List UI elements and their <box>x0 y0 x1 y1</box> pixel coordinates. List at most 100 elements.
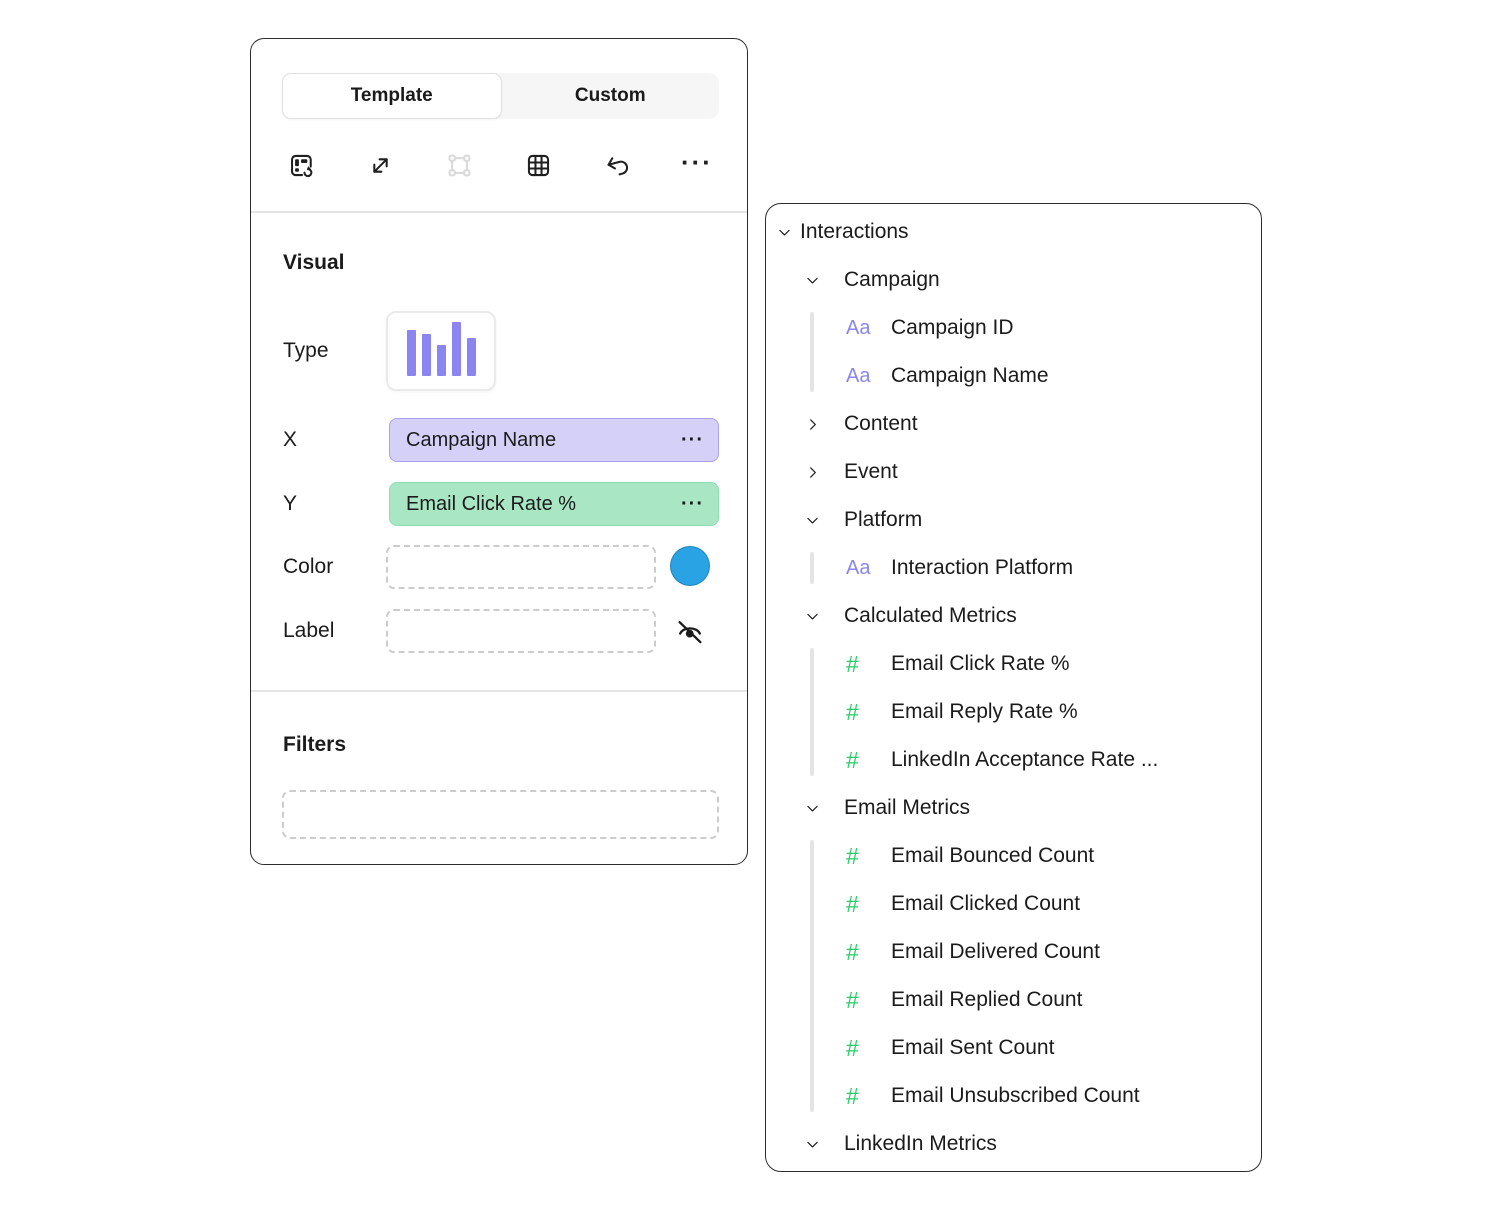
number-field-icon: # <box>846 699 876 726</box>
number-field-icon: # <box>846 651 876 678</box>
tree-field-email-unsubscribed-count[interactable]: # Email Unsubscribed Count <box>766 1072 1261 1120</box>
chevron-down-icon <box>802 1136 822 1153</box>
tree-field-label: Email Sent Count <box>891 1036 1054 1060</box>
y-axis-field-pill[interactable]: Email Click Rate % ··· <box>389 482 719 526</box>
tree-group-label: Email Metrics <box>844 796 970 820</box>
fields-tree-panel: Interactions Campaign Aa Campaign ID Aa … <box>765 203 1262 1172</box>
divider <box>251 690 747 692</box>
ellipsis-icon: ··· <box>681 149 713 185</box>
tree-group-label: Platform <box>844 508 922 532</box>
y-axis-label: Y <box>283 490 297 518</box>
tree-children-calculated-metrics: # Email Click Rate % # Email Reply Rate … <box>766 640 1261 784</box>
tree-group-label: Interactions <box>800 220 909 244</box>
table-icon <box>525 152 552 182</box>
number-field-icon: # <box>846 1083 876 1110</box>
table-view-button[interactable] <box>519 147 559 187</box>
color-field-dropzone[interactable] <box>386 545 656 589</box>
tree-field-label: Email Bounced Count <box>891 844 1094 868</box>
tree-field-label: Email Reply Rate % <box>891 700 1078 724</box>
tree-field-label: Email Replied Count <box>891 988 1082 1012</box>
color-swatch[interactable] <box>670 546 710 586</box>
chevron-down-icon <box>774 224 794 241</box>
tree-group-interactions[interactable]: Interactions <box>766 208 1261 256</box>
tree-field-label: Campaign ID <box>891 316 1014 340</box>
tab-switcher: Template Custom <box>282 73 719 119</box>
tree-group-label: Event <box>844 460 898 484</box>
chevron-down-icon <box>802 608 822 625</box>
tree-children-email-metrics: # Email Bounced Count # Email Clicked Co… <box>766 832 1261 1120</box>
bar-chart-icon <box>407 322 476 376</box>
tree-field-label: Email Click Rate % <box>891 652 1070 676</box>
number-field-icon: # <box>846 747 876 774</box>
chevron-down-icon <box>802 272 822 289</box>
number-field-icon: # <box>846 987 876 1014</box>
tree-group-email-metrics[interactable]: Email Metrics <box>766 784 1261 832</box>
visual-section-title: Visual <box>283 249 344 277</box>
tree-field-label: Email Clicked Count <box>891 892 1080 916</box>
x-axis-more-button[interactable]: ··· <box>681 429 704 452</box>
tree-field-linkedin-acceptance-rate[interactable]: # LinkedIn Acceptance Rate ... <box>766 736 1261 784</box>
chart-type-button[interactable] <box>386 311 496 391</box>
number-field-icon: # <box>846 1035 876 1062</box>
text-field-icon: Aa <box>846 317 876 340</box>
toolbar: ··· <box>281 139 717 195</box>
transform-frame-button <box>439 147 479 187</box>
y-axis-more-button[interactable]: ··· <box>681 493 704 516</box>
tree-field-email-bounced-count[interactable]: # Email Bounced Count <box>766 832 1261 880</box>
tree-group-platform[interactable]: Platform <box>766 496 1261 544</box>
tree-group-label: Calculated Metrics <box>844 604 1017 628</box>
number-field-icon: # <box>846 843 876 870</box>
undo-icon <box>604 152 631 182</box>
tree-group-event[interactable]: Event <box>766 448 1261 496</box>
tree-field-label: Email Unsubscribed Count <box>891 1084 1140 1108</box>
tree-children-platform: Aa Interaction Platform <box>766 544 1261 592</box>
text-field-icon: Aa <box>846 365 876 388</box>
tree-field-campaign-id[interactable]: Aa Campaign ID <box>766 304 1261 352</box>
tree-field-email-click-rate[interactable]: # Email Click Rate % <box>766 640 1261 688</box>
fields-tree: Interactions Campaign Aa Campaign ID Aa … <box>766 208 1261 1172</box>
swap-visual-button[interactable] <box>281 147 321 187</box>
label-label: Label <box>283 617 334 645</box>
tree-group-content[interactable]: Content <box>766 400 1261 448</box>
filters-section-title: Filters <box>283 731 346 759</box>
tree-field-label: LinkedIn Acceptance Rate ... <box>891 748 1158 772</box>
type-label: Type <box>283 337 329 365</box>
color-label: Color <box>283 553 333 581</box>
canvas: Template Custom <box>0 0 1511 1215</box>
tree-group-calculated-metrics[interactable]: Calculated Metrics <box>766 592 1261 640</box>
chevron-right-icon <box>802 416 822 433</box>
eye-off-icon <box>674 616 706 651</box>
tree-field-campaign-name[interactable]: Aa Campaign Name <box>766 352 1261 400</box>
more-options-button[interactable]: ··· <box>677 147 717 187</box>
tree-field-label: Interaction Platform <box>891 556 1073 580</box>
x-axis-field-pill[interactable]: Campaign Name ··· <box>389 418 719 462</box>
tree-children-campaign: Aa Campaign ID Aa Campaign Name <box>766 304 1261 400</box>
chevron-down-icon <box>802 800 822 817</box>
tree-field-label: Email Delivered Count <box>891 940 1100 964</box>
divider <box>251 211 747 213</box>
tree-field-email-delivered-count[interactable]: # Email Delivered Count <box>766 928 1261 976</box>
tree-group-campaign[interactable]: Campaign <box>766 256 1261 304</box>
tree-children-linkedin-metrics-clipped <box>766 1168 1261 1172</box>
y-axis-field-value: Email Click Rate % <box>406 493 681 516</box>
label-visibility-toggle[interactable] <box>673 616 707 650</box>
tree-field-interaction-platform[interactable]: Aa Interaction Platform <box>766 544 1261 592</box>
x-axis-label: X <box>283 426 297 454</box>
tree-field-email-replied-count[interactable]: # Email Replied Count <box>766 976 1261 1024</box>
tree-group-label: Campaign <box>844 268 940 292</box>
tab-custom[interactable]: Custom <box>502 73 720 119</box>
swap-visual-icon <box>288 152 315 182</box>
text-field-icon: Aa <box>846 557 876 580</box>
tab-template[interactable]: Template <box>282 73 502 119</box>
tree-field-email-clicked-count[interactable]: # Email Clicked Count <box>766 880 1261 928</box>
number-field-icon: # <box>846 939 876 966</box>
filters-dropzone[interactable] <box>282 790 719 839</box>
undo-button[interactable] <box>598 147 638 187</box>
label-field-dropzone[interactable] <box>386 609 656 653</box>
tree-field-email-sent-count[interactable]: # Email Sent Count <box>766 1024 1261 1072</box>
expand-diagonal-icon <box>367 152 394 182</box>
tree-group-linkedin-metrics[interactable]: LinkedIn Metrics <box>766 1120 1261 1168</box>
tree-field-email-reply-rate[interactable]: # Email Reply Rate % <box>766 688 1261 736</box>
chevron-right-icon <box>802 464 822 481</box>
expand-button[interactable] <box>360 147 400 187</box>
